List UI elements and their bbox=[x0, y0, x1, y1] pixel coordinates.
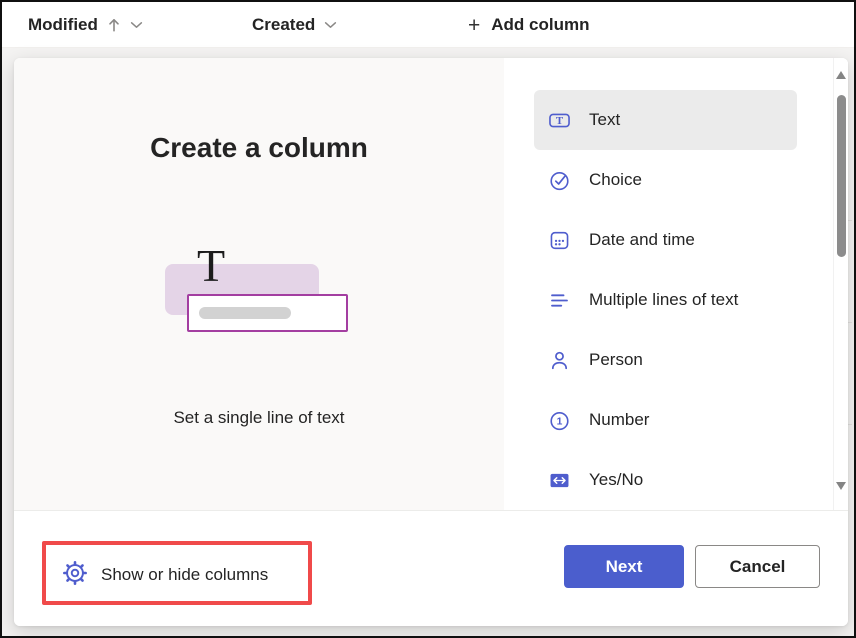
scrollbar[interactable] bbox=[833, 58, 848, 510]
column-header-label: Modified bbox=[28, 15, 98, 35]
column-type-label: Multiple lines of text bbox=[589, 290, 738, 310]
create-column-dialog: Create a column T Set a single line of t… bbox=[14, 58, 848, 626]
sort-ascending-icon bbox=[107, 17, 121, 33]
column-type-label: Date and time bbox=[589, 230, 695, 250]
illustration-input-box bbox=[187, 294, 348, 332]
svg-text:T: T bbox=[556, 115, 564, 127]
cancel-button[interactable]: Cancel bbox=[695, 545, 820, 588]
column-type-label: Text bbox=[589, 110, 620, 130]
column-type-label: Yes/No bbox=[589, 470, 643, 490]
illustration-placeholder-bar bbox=[199, 307, 291, 319]
column-header-label: Created bbox=[252, 15, 315, 35]
type-description: Set a single line of text bbox=[14, 408, 504, 428]
yesno-icon bbox=[548, 469, 571, 492]
column-type-number[interactable]: 1 Number bbox=[534, 390, 797, 450]
next-button[interactable]: Next bbox=[564, 545, 684, 588]
show-or-hide-label: Show or hide columns bbox=[101, 565, 268, 585]
illustration-letter: T bbox=[192, 243, 230, 289]
column-header-modified[interactable]: Modified bbox=[28, 2, 143, 48]
column-type-date-and-time[interactable]: Date and time bbox=[534, 210, 797, 270]
column-type-choice[interactable]: Choice bbox=[534, 150, 797, 210]
column-type-label: Choice bbox=[589, 170, 642, 190]
text-icon: T bbox=[548, 109, 571, 132]
gear-icon bbox=[62, 560, 88, 591]
column-type-label: Number bbox=[589, 410, 649, 430]
person-icon bbox=[548, 349, 571, 372]
scroll-down-icon[interactable] bbox=[836, 482, 846, 490]
screenshot-frame: Modified Created + Add column Create a c… bbox=[0, 0, 856, 638]
column-type-person[interactable]: Person bbox=[534, 330, 797, 390]
scroll-thumb[interactable] bbox=[837, 95, 846, 257]
multiline-icon bbox=[548, 289, 571, 312]
dialog-title: Create a column bbox=[14, 132, 504, 164]
column-type-label: Person bbox=[589, 350, 643, 370]
scroll-up-icon[interactable] bbox=[836, 71, 846, 79]
column-header-created[interactable]: Created bbox=[252, 2, 337, 48]
number-icon: 1 bbox=[548, 409, 571, 432]
show-or-hide-columns-button[interactable]: Show or hide columns bbox=[62, 555, 268, 595]
column-type-text[interactable]: T Text bbox=[534, 90, 797, 150]
choice-icon bbox=[548, 169, 571, 192]
column-type-panel: T Text Choice Date and time Multiple lines o… bbox=[504, 58, 848, 510]
column-type-list: T Text Choice Date and time Multiple lines o… bbox=[534, 90, 797, 510]
add-column-button[interactable]: + Add column bbox=[468, 2, 589, 48]
chevron-down-icon[interactable] bbox=[130, 21, 143, 29]
add-column-label: Add column bbox=[491, 15, 589, 35]
svg-text:1: 1 bbox=[557, 416, 563, 427]
list-header: Modified Created + Add column bbox=[2, 2, 854, 48]
dialog-footer: Show or hide columns Next Cancel bbox=[14, 510, 848, 626]
preview-panel: Create a column T Set a single line of t… bbox=[14, 58, 504, 510]
chevron-down-icon[interactable] bbox=[324, 21, 337, 29]
calendar-icon bbox=[548, 229, 571, 252]
column-type-multiple-lines-of-text[interactable]: Multiple lines of text bbox=[534, 270, 797, 330]
column-type-yes-no[interactable]: Yes/No bbox=[534, 450, 797, 510]
plus-icon: + bbox=[468, 15, 480, 36]
